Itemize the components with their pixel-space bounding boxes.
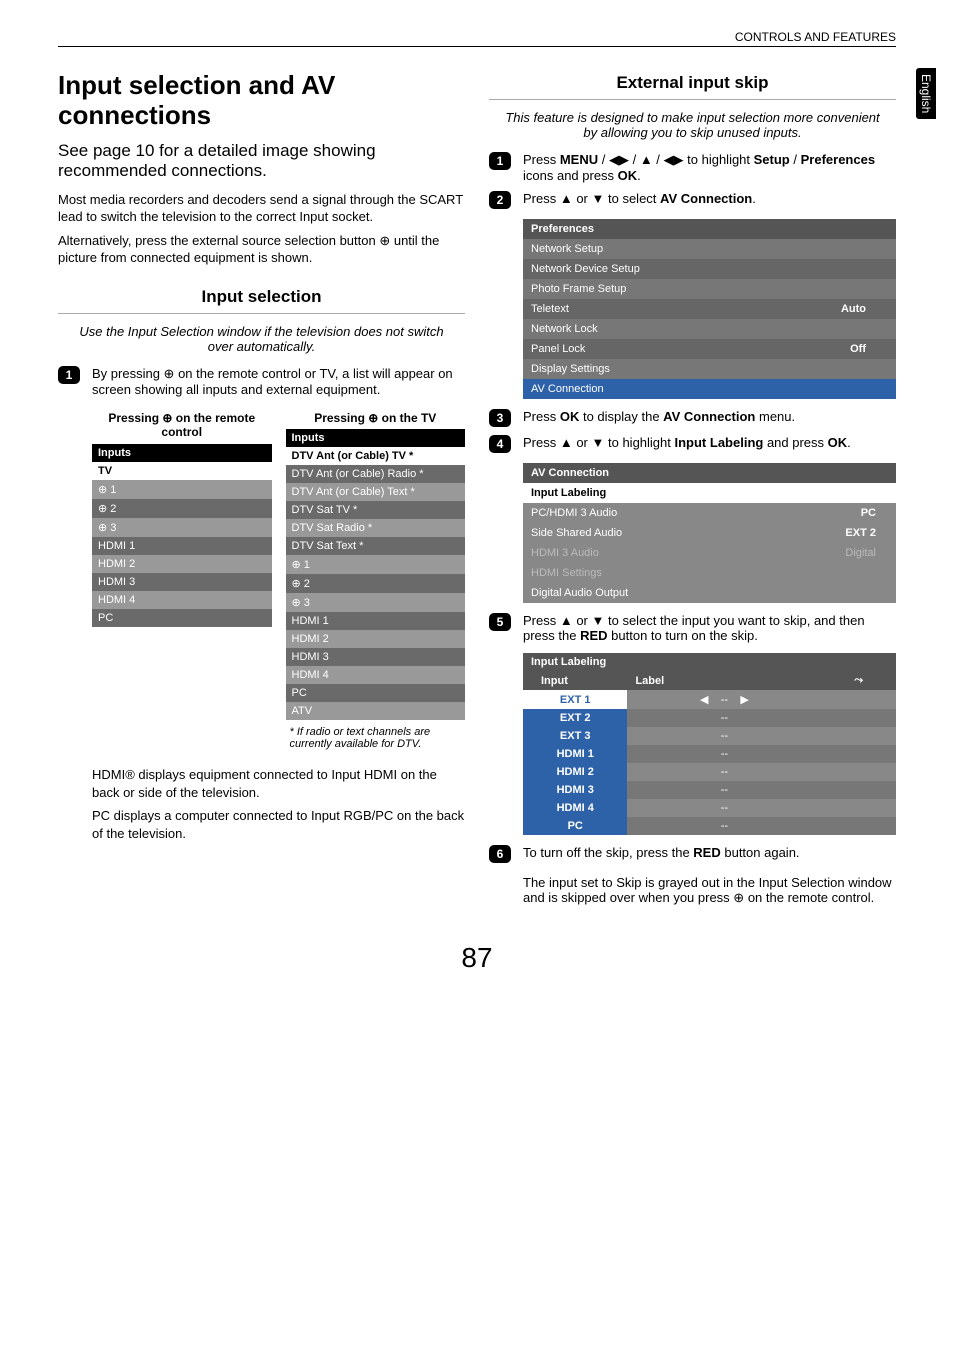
step-text: By pressing ⊕ on the remote control or T… <box>92 366 465 397</box>
skip-icon <box>854 674 863 686</box>
menu-item[interactable]: Network Lock <box>523 319 771 339</box>
section-heading: Input selection <box>58 287 465 307</box>
menu-item[interactable]: Side Shared Audio <box>523 523 769 543</box>
input-icon: ⊕ <box>164 366 175 381</box>
av-connection-menu: AV Connection Input Labeling PC/HDMI 3 A… <box>523 463 896 603</box>
menu-item[interactable]: Network Device Setup <box>523 259 771 279</box>
menu-item-selected[interactable]: Input Labeling <box>523 483 769 503</box>
list-item: ⊕ 1 <box>92 480 272 499</box>
down-icon: ▼ <box>592 435 605 450</box>
right-icon[interactable]: ▶ <box>740 694 748 706</box>
up-icon: ▲ <box>560 435 573 450</box>
menu-item[interactable]: Network Setup <box>523 239 771 259</box>
input-icon: ⊕ <box>733 890 744 905</box>
step-badge-2: 2 <box>489 191 511 209</box>
list-item[interactable]: EXT 1 <box>523 690 627 709</box>
list-item: DTV Ant (or Cable) Radio * <box>286 465 466 483</box>
list-item[interactable]: PC <box>523 817 627 835</box>
up-icon: ▲ <box>560 191 573 206</box>
list-item: HDMI 4 <box>92 591 272 609</box>
step-text: To turn off the skip, press the RED butt… <box>523 845 896 906</box>
table-caption-tv: Pressing ⊕ on the TV <box>286 411 466 425</box>
list-item: DTV Sat Radio * <box>286 519 466 537</box>
list-item: HDMI 3 <box>286 648 466 666</box>
list-item: ⊕ 3 <box>92 518 272 537</box>
menu-item[interactable]: Photo Frame Setup <box>523 279 771 299</box>
up-icon: ▲ <box>560 613 573 628</box>
step-text: Press ▲ or ▼ to select AV Connection. <box>523 191 896 209</box>
list-item: HDMI 1 <box>92 537 272 555</box>
page-number: 87 <box>58 942 896 974</box>
list-item: HDMI 2 <box>286 630 466 648</box>
footnote: * If radio or text channels are currentl… <box>290 726 466 750</box>
step-text: Press ▲ or ▼ to highlight Input Labeling… <box>523 435 896 453</box>
list-item: HDMI 3 <box>92 573 272 591</box>
menu-item[interactable]: Panel Lock <box>523 339 771 359</box>
list-item: HDMI 1 <box>286 612 466 630</box>
list-item: TV <box>92 462 272 480</box>
menu-item[interactable]: Digital Audio Output <box>523 583 769 603</box>
list-item: PC <box>286 684 466 702</box>
list-item[interactable]: HDMI 2 <box>523 763 627 781</box>
step-text: Press ▲ or ▼ to select the input you wan… <box>523 613 896 643</box>
section-sub: This feature is designed to make input s… <box>499 110 886 140</box>
list-item: ATV <box>286 702 466 720</box>
list-item: ⊕ 2 <box>286 574 466 593</box>
list-item[interactable]: EXT 3 <box>523 727 627 745</box>
list-item: ⊕ 3 <box>286 593 466 612</box>
body-text: Alternatively, press the external source… <box>58 232 465 267</box>
list-item: PC <box>92 609 272 627</box>
step-badge-6: 6 <box>489 845 511 863</box>
body-text: PC displays a computer connected to Inpu… <box>58 807 465 842</box>
step-text: Press MENU / ◀▶ / ▲ / ◀▶ to highlight Se… <box>523 152 896 183</box>
list-item: DTV Ant (or Cable) Text * <box>286 483 466 501</box>
list-item[interactable]: EXT 2 <box>523 709 627 727</box>
input-labeling-menu: Input Labeling Input Label EXT 1◀ -- ▶ E… <box>523 653 896 835</box>
step-text: Press OK to display the AV Connection me… <box>523 409 896 427</box>
down-icon: ▼ <box>592 191 605 206</box>
inputs-tv-table: Inputs DTV Ant (or Cable) TV * DTV Ant (… <box>286 429 466 720</box>
list-item: DTV Sat TV * <box>286 501 466 519</box>
list-item: DTV Ant (or Cable) TV * <box>286 447 466 465</box>
step-badge-3: 3 <box>489 409 511 427</box>
table-caption-remote: Pressing ⊕ on the remote control <box>92 411 272 440</box>
menu-item[interactable]: Display Settings <box>523 359 771 379</box>
intro-text: See page 10 for a detailed image showing… <box>58 141 465 181</box>
list-item: ⊕ 1 <box>286 555 466 574</box>
list-item[interactable]: HDMI 4 <box>523 799 627 817</box>
body-text: HDMI® displays equipment connected to In… <box>58 766 465 801</box>
step-badge-4: 4 <box>489 435 511 453</box>
menu-item[interactable]: Teletext <box>523 299 771 319</box>
section-sub: Use the Input Selection window if the te… <box>68 324 455 354</box>
leftright-icon: ◀▶ <box>664 152 684 167</box>
menu-item-disabled: HDMI 3 Audio <box>523 543 769 563</box>
list-item: ⊕ 2 <box>92 499 272 518</box>
down-icon: ▼ <box>592 613 605 628</box>
body-text: Most media recorders and decoders send a… <box>58 191 465 226</box>
leftright-icon: ◀▶ <box>609 152 629 167</box>
inputs-remote-table: Inputs TV ⊕ 1 ⊕ 2 ⊕ 3 HDMI 1 HDMI 2 HDMI… <box>92 444 272 627</box>
list-item: DTV Sat Text * <box>286 537 466 555</box>
menu-item[interactable]: PC/HDMI 3 Audio <box>523 503 769 523</box>
menu-item-selected[interactable]: AV Connection <box>523 379 771 399</box>
language-tab: English <box>916 68 936 119</box>
list-item: HDMI 4 <box>286 666 466 684</box>
menu-item-disabled: HDMI Settings <box>523 563 769 583</box>
breadcrumb: CONTROLS AND FEATURES <box>735 30 896 44</box>
list-item: HDMI 2 <box>92 555 272 573</box>
section-heading: External input skip <box>489 73 896 93</box>
preferences-menu: Preferences Network Setup Network Device… <box>523 219 896 399</box>
list-item[interactable]: HDMI 3 <box>523 781 627 799</box>
input-icon: ⊕ <box>379 233 390 248</box>
step-badge-1: 1 <box>58 366 80 384</box>
step-badge-1: 1 <box>489 152 511 170</box>
left-icon[interactable]: ◀ <box>700 694 708 706</box>
up-icon: ▲ <box>640 152 653 167</box>
page-title: Input selection and AV connections <box>58 71 465 131</box>
step-badge-5: 5 <box>489 613 511 631</box>
list-item[interactable]: HDMI 1 <box>523 745 627 763</box>
